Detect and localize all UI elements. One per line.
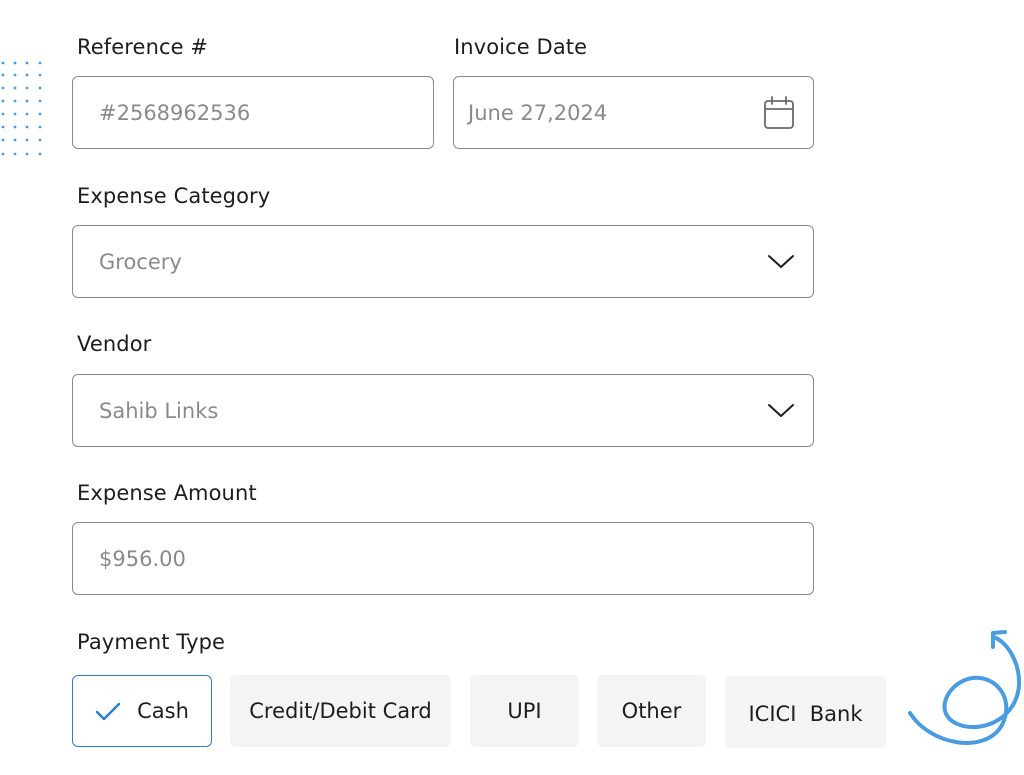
payment-option-label: Cash [137,699,189,723]
expense-category-select[interactable]: Grocery [72,225,814,298]
payment-type-label: Payment Type [77,630,226,654]
invoice-date-input[interactable]: June 27,2024 [453,76,814,149]
payment-option-label: ICICI Bank [748,702,863,726]
payment-option-cash[interactable]: Cash [72,675,212,747]
swirl-arrow-decoration [908,630,1022,745]
expense-amount-value: $956.00 [99,546,186,571]
invoice-date-value: June 27,2024 [468,100,608,125]
reference-value: #2568962536 [99,100,251,125]
expense-amount-label: Expense Amount [77,481,257,505]
payment-option-credit-debit-card[interactable]: Credit/Debit Card [230,675,451,747]
checkmark-icon [95,701,121,721]
vendor-value: Sahib Links [99,398,219,423]
reference-input[interactable]: #2568962536 [72,76,434,149]
expense-category-label: Expense Category [77,184,271,208]
calendar-icon[interactable] [763,95,795,130]
payment-option-label: Credit/Debit Card [249,699,432,723]
reference-label: Reference # [77,35,209,59]
payment-option-other[interactable]: Other [597,675,706,747]
vendor-label: Vendor [77,332,152,356]
expense-amount-input[interactable]: $956.00 [72,522,814,595]
chevron-down-icon[interactable] [767,403,795,419]
dot-grid-decoration [1,61,42,156]
expense-category-value: Grocery [99,249,182,274]
payment-option-icici-bank[interactable]: ICICI Bank [725,676,886,748]
payment-option-label: UPI [507,699,542,723]
payment-option-upi[interactable]: UPI [470,675,579,747]
payment-option-label: Other [621,699,682,723]
vendor-select[interactable]: Sahib Links [72,374,814,447]
invoice-date-label: Invoice Date [454,35,588,59]
chevron-down-icon[interactable] [767,254,795,270]
